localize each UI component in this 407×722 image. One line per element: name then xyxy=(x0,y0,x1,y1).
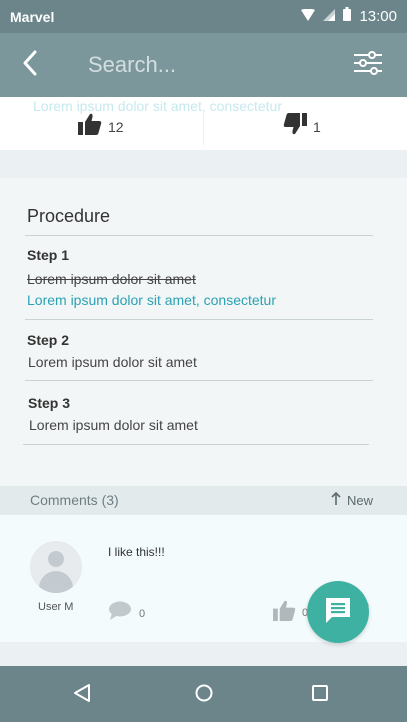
nav-back-button[interactable] xyxy=(67,680,97,710)
divider xyxy=(23,444,369,445)
nav-home-button[interactable] xyxy=(189,680,219,710)
reply-count: 0 xyxy=(139,607,146,620)
comments-title: Comments (3) xyxy=(30,492,119,508)
back-button[interactable] xyxy=(0,33,60,97)
step-1-struck-text: Lorem ipsum dolor sit amet xyxy=(27,271,196,287)
filter-sliders-icon xyxy=(353,50,383,80)
wifi-icon xyxy=(301,8,316,26)
add-comment-fab[interactable] xyxy=(307,581,369,643)
status-bar: Marvel 13:00 xyxy=(0,0,407,33)
circle-home-icon xyxy=(194,683,214,708)
carrier-label: Marvel xyxy=(10,8,55,25)
screen: Marvel 13:00 Search... Lorem ipsum dolor… xyxy=(0,0,407,722)
procedure-title: Procedure xyxy=(27,206,111,226)
step-3-title: Step 3 xyxy=(28,395,71,411)
chat-bubble-icon xyxy=(108,601,131,626)
step-2-title: Step 2 xyxy=(27,332,70,348)
status-icons: 13:00 xyxy=(301,7,397,26)
clock-time: 13:00 xyxy=(359,8,397,25)
message-icon xyxy=(324,596,352,629)
avatar-head xyxy=(48,551,64,567)
rating-card: Lorem ipsum dolor sit amet, consectetur … xyxy=(0,97,407,150)
downvote-button[interactable]: 1 xyxy=(283,113,321,140)
step-1-title: Step 1 xyxy=(27,247,70,263)
reply-button[interactable]: 0 xyxy=(108,601,145,626)
filter-button[interactable] xyxy=(351,49,385,81)
upvote-button[interactable]: 12 xyxy=(78,113,124,140)
divider xyxy=(25,235,373,236)
step-1-link[interactable]: Lorem ipsum dolor sit amet, consectetur xyxy=(27,292,276,308)
answer-preview-text: Lorem ipsum dolor sit amet, consectetur xyxy=(33,98,282,114)
procedure-card: Procedure Step 1 Lorem ipsum dolor sit a… xyxy=(0,178,407,486)
comment-like-button[interactable]: 0 xyxy=(273,600,308,626)
app-bar xyxy=(0,33,407,97)
system-nav-bar xyxy=(0,666,407,722)
search-input[interactable] xyxy=(88,45,328,85)
arrow-up-icon xyxy=(331,491,341,508)
divider xyxy=(25,380,373,381)
square-recents-icon xyxy=(310,683,330,708)
thumbs-down-icon xyxy=(283,113,307,140)
avatar[interactable] xyxy=(30,541,82,593)
downvote-count: 1 xyxy=(313,118,321,135)
comment-user-name: User M xyxy=(38,601,74,613)
divider xyxy=(25,319,373,320)
back-arrow-icon xyxy=(22,50,38,81)
step-2-text: Lorem ipsum dolor sit amet xyxy=(28,354,197,370)
step-3-text: Lorem ipsum dolor sit amet xyxy=(29,417,198,433)
thumbs-up-icon xyxy=(273,600,296,626)
comments-header: Comments (3) New xyxy=(0,486,407,515)
triangle-back-icon xyxy=(72,683,92,708)
nav-recents-button[interactable] xyxy=(305,680,335,710)
sort-label: New xyxy=(346,492,373,508)
battery-icon xyxy=(343,7,352,26)
avatar-body xyxy=(39,571,73,593)
signal-icon xyxy=(323,8,336,26)
upvote-count: 12 xyxy=(108,118,124,135)
thumbs-up-icon xyxy=(78,113,102,140)
comment-text: I like this!!! xyxy=(108,545,165,559)
vote-divider xyxy=(203,109,204,145)
sort-new-button[interactable]: New xyxy=(331,491,373,508)
